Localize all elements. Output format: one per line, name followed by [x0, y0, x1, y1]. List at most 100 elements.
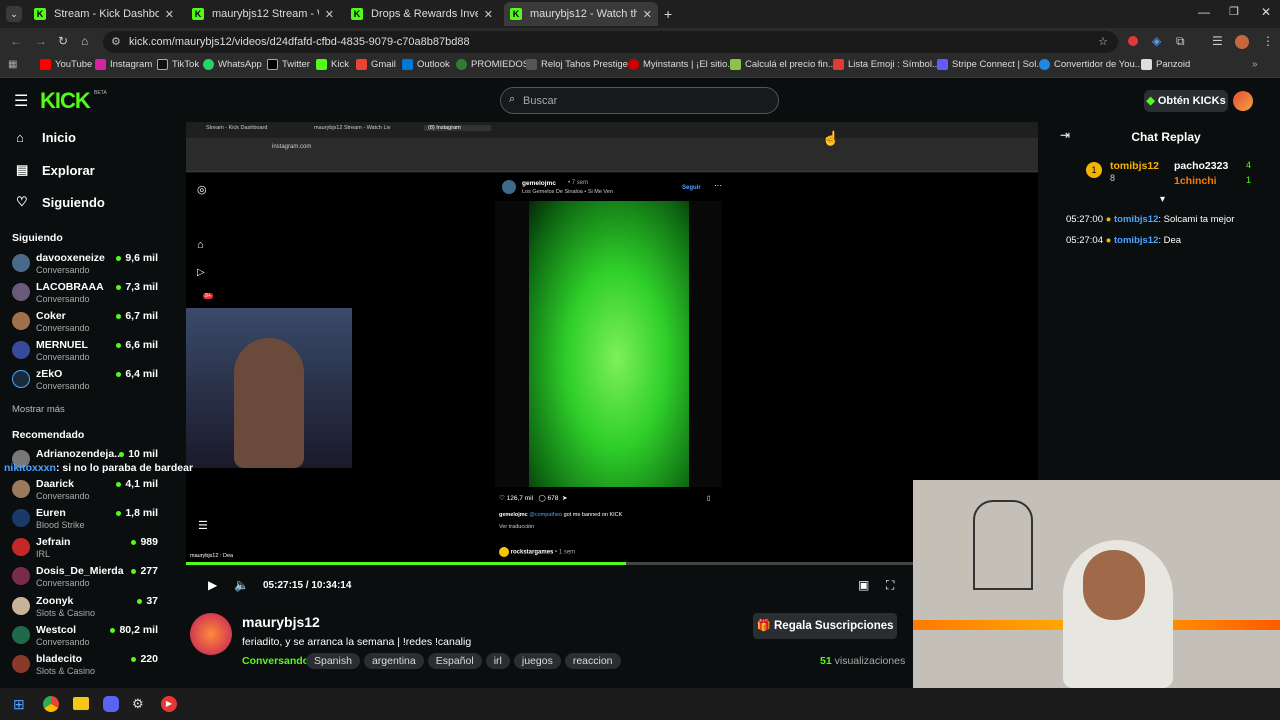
channel-item[interactable]: bladecito Slots & Casino 220 [12, 653, 162, 681]
kick-logo[interactable]: KICK [40, 88, 91, 114]
user-avatar[interactable] [1233, 91, 1253, 111]
more-bookmarks-icon[interactable]: » [1252, 59, 1258, 70]
play-icon[interactable]: ▶ [208, 578, 217, 592]
close-tab-icon[interactable]: ✕ [643, 8, 652, 21]
channel-item[interactable]: Dosis_De_Mierda Conversando 277 [12, 565, 162, 593]
maximize-icon[interactable]: ❐ [1229, 5, 1239, 18]
caption-mention: @compatheo [529, 512, 563, 518]
channel-name: Euren [36, 507, 66, 519]
bookmark-twitter[interactable]: Twitter [267, 59, 310, 70]
channel-item[interactable]: Jefrain IRL 989 [12, 536, 162, 564]
apps-icon[interactable]: ▦ [8, 59, 17, 70]
tab-search-icon[interactable]: ☰ [1212, 34, 1223, 48]
browser-tab[interactable]: K Drops & Rewards Inventory - K ✕ [345, 2, 499, 26]
viewer-count: 6,4 mil [116, 368, 158, 380]
channel-item[interactable]: davooxeneize Conversando 9,6 mil [12, 252, 162, 280]
windows-start-icon[interactable]: ⊞ [13, 696, 25, 713]
get-kicks-button[interactable]: ◆ Obtén KICKs [1144, 90, 1228, 112]
video-player[interactable]: Stream - Kick Dashboard maurybjs12 Strea… [186, 122, 1038, 562]
bookmark-reloj[interactable]: Reloj Tahos Prestige... [526, 59, 636, 70]
channel-item[interactable]: Coker Conversando 6,7 mil [12, 310, 162, 338]
channel-name[interactable]: maurybjs12 [242, 614, 320, 630]
channel-item[interactable]: Daarick Conversando 4,1 mil [12, 478, 162, 506]
nav-siguiendo[interactable]: ♡ Siguiendo [16, 194, 105, 210]
file-explorer-icon[interactable] [73, 697, 89, 710]
caption-text: got me banned on KICK [563, 512, 623, 518]
stream-category[interactable]: Conversando [242, 655, 309, 667]
inner-address-bar: instagram.com [186, 138, 1038, 158]
forward-icon[interactable]: → [35, 34, 47, 48]
home-icon[interactable]: ⌂ [81, 34, 88, 48]
bookmark-stripe[interactable]: Stripe Connect | Sol... [937, 59, 1044, 70]
bookmark-youtube[interactable]: YouTube [40, 59, 92, 70]
browser-tab[interactable]: K maurybjs12 Stream - Watch Liv ✕ [186, 2, 340, 26]
close-tab-icon[interactable]: ✕ [484, 8, 493, 21]
discord-icon[interactable] [103, 696, 119, 712]
chat-user[interactable]: tomibjs12 [1114, 214, 1158, 225]
new-tab-icon[interactable]: + [664, 6, 672, 22]
bookmark-outlook[interactable]: Outlook [402, 59, 450, 70]
chrome-icon[interactable] [43, 696, 59, 712]
chat-user[interactable]: tomibjs12 [1114, 235, 1158, 246]
tag[interactable]: Spanish [306, 653, 360, 669]
theater-mode-icon[interactable]: ▣ [858, 578, 869, 592]
channel-item[interactable]: Zoonyk Slots & Casino 37 [12, 595, 162, 623]
bookmark-tiktok[interactable]: TikTok [157, 59, 199, 70]
extensions-icon[interactable]: ⧉ [1176, 34, 1185, 49]
search-input[interactable]: ⌕ Buscar [500, 87, 779, 114]
tag[interactable]: juegos [513, 653, 561, 669]
bookmark-gmail[interactable]: Gmail [356, 59, 396, 70]
progress-bar[interactable] [186, 562, 1038, 565]
channel-avatar[interactable] [190, 613, 232, 655]
bookmark-whatsapp[interactable]: WhatsApp [203, 59, 262, 70]
bookmark-star-icon[interactable]: ☆ [1098, 31, 1108, 53]
extension-icon[interactable] [1128, 36, 1138, 46]
minimize-icon[interactable]: — [1198, 5, 1210, 19]
reload-icon[interactable]: ↻ [58, 34, 68, 48]
volume-icon[interactable]: 🔈 [234, 578, 249, 592]
bookmark-calcula[interactable]: Calculá el precio fin... [730, 59, 836, 70]
menu-icon[interactable]: ⋮ [1262, 34, 1274, 48]
browser-tab[interactable]: K Stream - Kick Dashboard ✕ [28, 2, 180, 26]
channel-item[interactable]: LACOBRAAA Conversando 7,3 mil [12, 281, 162, 309]
channel-item[interactable]: Westcol Conversando 80,2 mil [12, 624, 162, 652]
extension-icon[interactable]: ◈ [1152, 34, 1161, 48]
bookmark-convertidor[interactable]: Convertidor de You... [1039, 59, 1143, 70]
fullscreen-icon[interactable]: ⛶ [886, 578, 894, 593]
bookmark-emoji[interactable]: Lista Emoji : Símbol... [833, 59, 940, 70]
close-window-icon[interactable]: ✕ [1261, 5, 1271, 19]
webcam-head [1083, 550, 1145, 620]
tag[interactable]: irl [485, 653, 510, 669]
nav-explorar[interactable]: ▤ Explorar [16, 162, 95, 178]
browser-tab-active[interactable]: K maurybjs12 - Watch the VO ✕ [504, 2, 658, 26]
profile-icon[interactable] [1235, 35, 1249, 49]
app-icon[interactable]: ⚙ [132, 696, 144, 712]
leader-amount: 4 [1246, 160, 1252, 170]
site-info-icon[interactable]: ⚙ [111, 31, 121, 53]
avatar [12, 509, 30, 527]
tag[interactable]: reaccion [564, 653, 621, 669]
bookmark-panzoid[interactable]: Panzoid [1141, 59, 1190, 70]
bookmark-promiedos[interactable]: PROMIEDOS [456, 59, 529, 70]
gift-subs-button[interactable]: 🎁 Regala Suscripciones [753, 613, 897, 639]
bookmark-instagram[interactable]: Instagram [95, 59, 152, 70]
address-bar[interactable]: ⚙ kick.com/maurybjs12/videos/d24dfafd-cf… [103, 31, 1118, 53]
channel-item[interactable]: zEkO Conversando 6,4 mil [12, 368, 162, 396]
expand-leaderboard-icon[interactable]: ▾ [1160, 194, 1165, 205]
show-more-link[interactable]: Mostrar más [12, 404, 65, 415]
tab-list-dropdown-icon[interactable]: ⌄ [6, 6, 22, 22]
channel-item[interactable]: MERNUEL Conversando 6,6 mil [12, 339, 162, 367]
channel-item[interactable]: Euren Blood Strike 1,8 mil [12, 507, 162, 535]
nav-inicio[interactable]: ⌂ Inicio [16, 130, 76, 145]
hamburger-menu-icon[interactable]: ☰ [14, 91, 28, 111]
bookmark-kick[interactable]: Kick [316, 59, 349, 70]
close-tab-icon[interactable]: ✕ [325, 8, 334, 21]
media-player-icon[interactable]: ▶ [161, 696, 177, 712]
tag[interactable]: argentina [363, 653, 424, 669]
back-icon[interactable]: ← [10, 34, 22, 48]
tag[interactable]: Español [427, 653, 482, 669]
close-tab-icon[interactable]: ✕ [165, 8, 174, 21]
bookmark-myinstants[interactable]: Myinstants | ¡El sitio... [628, 59, 735, 70]
channel-name: bladecito [36, 653, 83, 665]
viewer-count: 1,8 mil [116, 507, 158, 519]
